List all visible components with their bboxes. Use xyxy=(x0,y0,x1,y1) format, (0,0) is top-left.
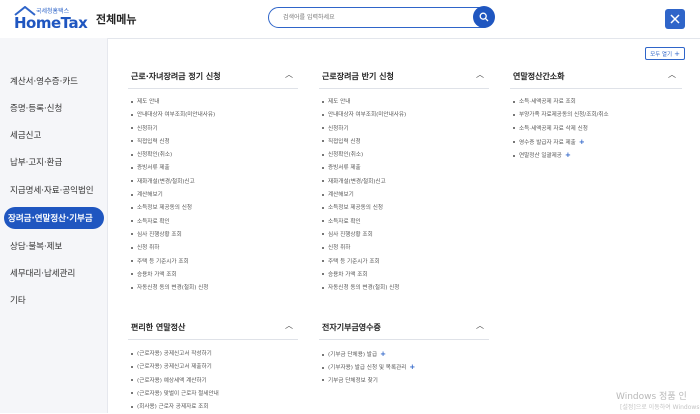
list-item[interactable]: 재화개설(변경/철회)신고 xyxy=(131,176,215,189)
list-item[interactable]: 안내대상자 여부조회(미안내사유) xyxy=(322,109,406,122)
close-icon xyxy=(670,14,680,24)
list-item[interactable]: 연말정산 일괄제공 + xyxy=(513,149,609,162)
sidebar-item-tax-filing[interactable]: 세금신고 xyxy=(10,129,41,141)
list-item[interactable]: 증빙서류 제출 xyxy=(131,162,215,175)
section-divider xyxy=(128,88,298,89)
list-item[interactable]: 안내대상자 여부조회(미안내사유) xyxy=(131,109,215,122)
list-item[interactable]: 영수증 발급자 자료 제출 + xyxy=(513,136,609,149)
list-item[interactable]: 제도 안내 xyxy=(322,96,406,109)
windows-activation-watermark: Windows 정품 인 xyxy=(616,392,687,402)
hometax-logo[interactable]: 국세청홈택스 HomeTax xyxy=(14,6,88,32)
sidebar-item-statements[interactable]: 지급명세·자료·공익법인 xyxy=(10,184,94,196)
plus-icon: + xyxy=(578,137,585,146)
plus-icon: + xyxy=(409,363,416,372)
search-button[interactable] xyxy=(473,6,495,28)
list-item[interactable]: 승용차 가액 조회 xyxy=(322,269,406,282)
list-donation-receipt: (기부금 단체용) 발급 + (기부자용) 발급 신청 및 목록관리 + 기부금 단… xyxy=(322,348,415,388)
expand-all-label: 모두 열기 xyxy=(650,51,673,58)
chevron-up-icon[interactable]: ︿ xyxy=(476,69,484,80)
close-button[interactable] xyxy=(665,9,685,29)
list-item[interactable]: (기부금 단체용) 발급 + xyxy=(322,348,415,361)
list-item[interactable]: 심사 진행상황 조회 xyxy=(131,229,215,242)
section-divider xyxy=(128,339,298,340)
plus-icon: + xyxy=(380,350,386,358)
search-box xyxy=(268,6,495,28)
list-item[interactable]: 소득자료 확인 xyxy=(131,216,215,229)
sidebar-item-tax-agent[interactable]: 세무대리·납세관리 xyxy=(10,267,75,279)
top-header: 국세청홈택스 HomeTax 전체메뉴 xyxy=(0,0,700,39)
logo-text: HomeTax xyxy=(14,14,88,32)
section-divider xyxy=(319,88,489,89)
list-item[interactable]: (회사용) 근로자 공제자료 조회 xyxy=(131,401,219,414)
chevron-up-icon[interactable]: ︿ xyxy=(285,320,293,331)
plus-icon: + xyxy=(564,151,571,160)
chevron-up-icon[interactable]: ︿ xyxy=(476,320,484,331)
list-item[interactable]: 신청하기 xyxy=(322,123,406,136)
list-item[interactable]: 자동신청 동의 변경(철회) 신청 xyxy=(322,282,406,295)
sidebar-item-payment[interactable]: 납부·고지·환급 xyxy=(10,156,62,168)
list-item[interactable]: 신청 취하 xyxy=(131,242,215,255)
sidebar-item-incentives[interactable]: 장려금·연말정산·기부금 xyxy=(4,207,104,229)
list-item[interactable]: 기부금 단체정보 찾기 xyxy=(322,375,415,388)
expand-all-button[interactable]: 모두 열기 + xyxy=(645,47,685,60)
list-convenient-settlement: (근로자용) 공제신고서 작성하기 (근로자용) 공제신고서 제출하기 (근로자… xyxy=(131,348,219,414)
sidebar-item-consulting[interactable]: 상담·불복·제보 xyxy=(10,240,62,252)
search-icon xyxy=(479,12,489,22)
list-item[interactable]: 심사 진행상황 조회 xyxy=(322,229,406,242)
sidebar-item-invoice[interactable]: 계산서·영수증·카드 xyxy=(10,75,78,87)
list-item[interactable]: 증빙서류 제출 xyxy=(322,162,406,175)
list-item[interactable]: 부양가족 자료제공동의 신청/조회/취소 xyxy=(513,109,609,122)
list-item[interactable]: 신청확인(취소) xyxy=(131,149,215,162)
plus-icon: + xyxy=(674,49,680,58)
list-item[interactable]: 소득정보 제공동의 신청 xyxy=(131,202,215,215)
list-regular-application: 제도 안내 안내대상자 여부조회(미안내사유) 신청하기 직접입력 신청 신청확… xyxy=(131,96,215,295)
sidebar-item-etc[interactable]: 기타 xyxy=(10,294,26,306)
windows-activation-subtext: [설정]으로 이동하여 Windows를 정품 xyxy=(620,404,700,411)
list-item[interactable]: (근로자용) 공제신고서 작성하기 xyxy=(131,348,219,361)
list-item[interactable]: 소득정보 제공동의 신청 xyxy=(322,202,406,215)
chevron-up-icon[interactable]: ︿ xyxy=(285,69,293,80)
sidebar-item-certificates[interactable]: 증명·등록·신청 xyxy=(10,102,62,114)
list-item[interactable]: 제도 안내 xyxy=(131,96,215,109)
section-title-donation-receipt[interactable]: 전자기부금영수증 xyxy=(322,322,381,333)
section-title-half-year-application[interactable]: 근로장려금 반기 신청 xyxy=(322,71,394,82)
list-item[interactable]: 승용차 가액 조회 xyxy=(131,269,215,282)
list-item[interactable]: (기부자용) 발급 신청 및 목록관리 + xyxy=(322,361,415,374)
list-item[interactable]: 주택 등 기준시가 조회 xyxy=(322,256,406,269)
section-title-convenient-settlement[interactable]: 편리한 연말정산 xyxy=(131,322,185,333)
section-divider xyxy=(319,339,489,340)
section-divider xyxy=(510,88,682,89)
sidebar: 계산서·영수증·카드 증명·등록·신청 세금신고 납부·고지·환급 지급명세·자… xyxy=(0,38,108,413)
section-title-regular-application[interactable]: 근로·자녀장려금 정기 신청 xyxy=(131,71,221,82)
list-item[interactable]: 신청 취하 xyxy=(322,242,406,255)
list-item[interactable]: 계산해보기 xyxy=(131,189,215,202)
list-item[interactable]: 직접입력 신청 xyxy=(131,136,215,149)
list-item[interactable]: 직접입력 신청 xyxy=(322,136,406,149)
list-item[interactable]: (근로자용) 공제신고서 제출하기 xyxy=(131,361,219,374)
list-item[interactable]: (근로자용) 예상세액 계산하기 xyxy=(131,375,219,388)
list-item[interactable]: (근로자용) 맞벌이 근로자 절세안내 xyxy=(131,388,219,401)
list-item[interactable]: 자동신청 동의 변경(철회) 신청 xyxy=(131,282,215,295)
list-item[interactable]: 재화개설(변경/철회)신고 xyxy=(322,176,406,189)
list-item[interactable]: 신청확인(취소) xyxy=(322,149,406,162)
section-title-year-end-simplified[interactable]: 연말정산간소화 xyxy=(513,71,565,82)
list-item[interactable]: 소득·세액공제 자료 조회 xyxy=(513,96,609,109)
chevron-up-icon[interactable]: ︿ xyxy=(668,69,676,80)
list-item[interactable]: 소득·세액공제 자료 삭제 신청 xyxy=(513,123,609,136)
list-year-end-simplified: 소득·세액공제 자료 조회 부양가족 자료제공동의 신청/조회/취소 소득·세액… xyxy=(513,96,609,162)
list-item[interactable]: 소득자료 확인 xyxy=(322,216,406,229)
list-item[interactable]: 신청하기 xyxy=(131,123,215,136)
list-item[interactable]: 계산해보기 xyxy=(322,189,406,202)
list-half-year-application: 제도 안내 안내대상자 여부조회(미안내사유) 신청하기 직접입력 신청 신청확… xyxy=(322,96,406,295)
search-input[interactable] xyxy=(283,11,453,24)
page-title: 전체메뉴 xyxy=(96,13,137,26)
list-item[interactable]: 주택 등 기준시가 조회 xyxy=(131,256,215,269)
